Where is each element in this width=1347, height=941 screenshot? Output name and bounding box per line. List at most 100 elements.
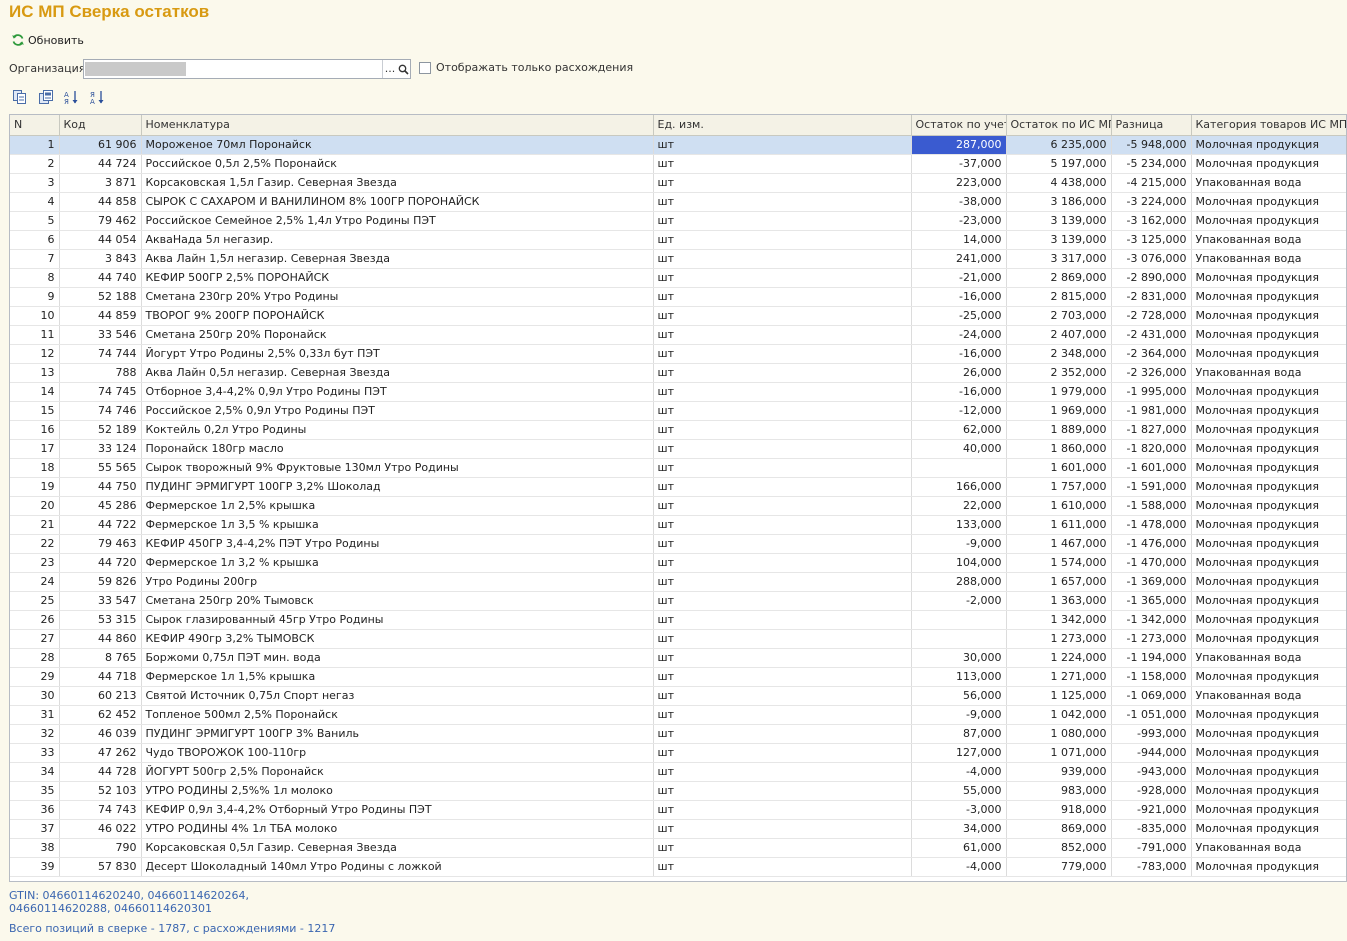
cell-category[interactable]: Молочная продукция bbox=[1191, 705, 1346, 725]
cell-difference[interactable]: -1 981,000 bbox=[1111, 401, 1192, 421]
cell-row-number[interactable]: 36 bbox=[10, 800, 60, 820]
cell-accounting-balance[interactable]: 133,000 bbox=[911, 515, 1007, 535]
cell-unit[interactable]: шт bbox=[653, 268, 912, 288]
cell-item-name[interactable]: УТРО РОДИНЫ 2,5%% 1л молоко bbox=[141, 781, 654, 801]
cell-accounting-balance[interactable]: 104,000 bbox=[911, 553, 1007, 573]
cell-accounting-balance[interactable]: 166,000 bbox=[911, 477, 1007, 497]
cell-category[interactable]: Молочная продукция bbox=[1191, 268, 1346, 288]
cell-accounting-balance[interactable]: -16,000 bbox=[911, 287, 1007, 307]
cell-category[interactable]: Молочная продукция bbox=[1191, 629, 1346, 649]
cell-category[interactable]: Молочная продукция bbox=[1191, 572, 1346, 592]
cell-difference[interactable]: -3 125,000 bbox=[1111, 230, 1192, 250]
cell-item-name[interactable]: Сырок творожный 9% Фруктовые 130мл Утро … bbox=[141, 458, 654, 478]
cell-ismp-balance[interactable]: 852,000 bbox=[1006, 838, 1112, 858]
cell-item-name[interactable]: Российское 0,5л 2,5% Поронайск bbox=[141, 154, 654, 174]
cell-accounting-balance[interactable]: -37,000 bbox=[911, 154, 1007, 174]
cell-accounting-balance[interactable]: 241,000 bbox=[911, 249, 1007, 269]
table-row[interactable]: 34 44 728 ЙОГУРТ 500гр 2,5% Поронайск шт -4,… bbox=[10, 762, 1346, 782]
table-row[interactable]: 32 46 039 ПУДИНГ ЭРМИГУРТ 100ГР 3% Ваниль ш… bbox=[10, 724, 1346, 744]
cell-item-code[interactable]: 44 750 bbox=[59, 477, 142, 497]
cell-item-code[interactable]: 788 bbox=[59, 363, 142, 383]
cell-item-code[interactable]: 74 743 bbox=[59, 800, 142, 820]
cell-ismp-balance[interactable]: 1 080,000 bbox=[1006, 724, 1112, 744]
cell-item-name[interactable]: КЕФИР 0,9л 3,4-4,2% Отборный Утро Родины… bbox=[141, 800, 654, 820]
cell-ismp-balance[interactable]: 6 235,000 bbox=[1006, 135, 1112, 155]
table-row[interactable]: 35 52 103 УТРО РОДИНЫ 2,5%% 1л молоко шт 55,… bbox=[10, 781, 1346, 801]
cell-row-number[interactable]: 23 bbox=[10, 553, 60, 573]
cell-accounting-balance[interactable]: 287,000 bbox=[911, 135, 1007, 155]
table-row[interactable]: 20 45 286 Фермерское 1л 2,5% крышка шт 22,00… bbox=[10, 496, 1346, 516]
cell-ismp-balance[interactable]: 1 574,000 bbox=[1006, 553, 1112, 573]
cell-category[interactable]: Молочная продукция bbox=[1191, 287, 1346, 307]
cell-unit[interactable]: шт bbox=[653, 458, 912, 478]
cell-item-code[interactable]: 44 858 bbox=[59, 192, 142, 212]
cell-difference[interactable]: -1 273,000 bbox=[1111, 629, 1192, 649]
cell-accounting-balance[interactable]: -38,000 bbox=[911, 192, 1007, 212]
cell-item-name[interactable]: КЕФИР 490гр 3,2% ТЫМОВСК bbox=[141, 629, 654, 649]
cell-row-number[interactable]: 2 bbox=[10, 154, 60, 174]
cell-item-code[interactable]: 33 547 bbox=[59, 591, 142, 611]
sort-ascending-icon[interactable]: A Я bbox=[63, 88, 81, 106]
cell-difference[interactable]: -928,000 bbox=[1111, 781, 1192, 801]
cell-item-code[interactable]: 33 546 bbox=[59, 325, 142, 345]
cell-row-number[interactable]: 30 bbox=[10, 686, 60, 706]
cell-accounting-balance[interactable]: 55,000 bbox=[911, 781, 1007, 801]
cell-category[interactable]: Молочная продукция bbox=[1191, 382, 1346, 402]
cell-row-number[interactable]: 22 bbox=[10, 534, 60, 554]
cell-accounting-balance[interactable]: 14,000 bbox=[911, 230, 1007, 250]
cell-ismp-balance[interactable]: 1 860,000 bbox=[1006, 439, 1112, 459]
cell-item-name[interactable]: Фермерское 1л 3,5 % крышка bbox=[141, 515, 654, 535]
cell-row-number[interactable]: 24 bbox=[10, 572, 60, 592]
cell-category[interactable]: Молочная продукция bbox=[1191, 306, 1346, 326]
cell-unit[interactable]: шт bbox=[653, 287, 912, 307]
cell-row-number[interactable]: 28 bbox=[10, 648, 60, 668]
cell-category[interactable]: Молочная продукция bbox=[1191, 781, 1346, 801]
cell-category[interactable]: Молочная продукция bbox=[1191, 192, 1346, 212]
cell-unit[interactable]: шт bbox=[653, 610, 912, 630]
cell-row-number[interactable]: 26 bbox=[10, 610, 60, 630]
table-row[interactable]: 37 46 022 УТРО РОДИНЫ 4% 1л ТБА молоко шт 34… bbox=[10, 819, 1346, 839]
table-row[interactable]: 15 74 746 Российское 2,5% 0,9л Утро Родины… bbox=[10, 401, 1346, 421]
table-row[interactable]: 27 44 860 КЕФИР 490гр 3,2% ТЫМОВСК шт 1 273,… bbox=[10, 629, 1346, 649]
table-row[interactable]: 31 62 452 Топленое 500мл 2,5% Поронайск шт -… bbox=[10, 705, 1346, 725]
cell-ismp-balance[interactable]: 2 348,000 bbox=[1006, 344, 1112, 364]
cell-accounting-balance[interactable] bbox=[911, 458, 1007, 478]
cell-item-code[interactable]: 44 720 bbox=[59, 553, 142, 573]
cell-item-name[interactable]: Корсаковская 0,5л Газир. Северная Звезда bbox=[141, 838, 654, 858]
cell-item-code[interactable]: 61 906 bbox=[59, 135, 142, 155]
cell-item-name[interactable]: ТВОРОГ 9% 200ГР ПОРОНАЙСК bbox=[141, 306, 654, 326]
cell-item-code[interactable]: 79 463 bbox=[59, 534, 142, 554]
cell-ismp-balance[interactable]: 1 889,000 bbox=[1006, 420, 1112, 440]
cell-ismp-balance[interactable]: 2 407,000 bbox=[1006, 325, 1112, 345]
cell-unit[interactable]: шт bbox=[653, 230, 912, 250]
cell-item-name[interactable]: Фермерское 1л 2,5% крышка bbox=[141, 496, 654, 516]
cell-unit[interactable]: шт bbox=[653, 363, 912, 383]
cell-item-name[interactable]: Сметана 250гр 20% Тымовск bbox=[141, 591, 654, 611]
table-row[interactable]: 16 52 189 Коктейль 0,2л Утро Родины шт 62,00… bbox=[10, 420, 1346, 440]
refresh-button[interactable]: Обновить bbox=[11, 31, 84, 49]
cell-item-name[interactable]: Йогурт Утро Родины 2,5% 0,33л бут ПЭТ bbox=[141, 344, 654, 364]
cell-item-code[interactable]: 3 871 bbox=[59, 173, 142, 193]
cell-ismp-balance[interactable]: 983,000 bbox=[1006, 781, 1112, 801]
cell-item-code[interactable]: 33 124 bbox=[59, 439, 142, 459]
cell-row-number[interactable]: 29 bbox=[10, 667, 60, 687]
cell-difference[interactable]: -1 069,000 bbox=[1111, 686, 1192, 706]
cell-item-name[interactable]: СЫРОК С САХАРОМ И ВАНИЛИНОМ 8% 100ГР ПОР… bbox=[141, 192, 654, 212]
cell-ismp-balance[interactable]: 3 186,000 bbox=[1006, 192, 1112, 212]
cell-category[interactable]: Молочная продукция bbox=[1191, 439, 1346, 459]
cell-row-number[interactable]: 35 bbox=[10, 781, 60, 801]
cell-item-name[interactable]: Российское 2,5% 0,9л Утро Родины ПЭТ bbox=[141, 401, 654, 421]
cell-unit[interactable]: шт bbox=[653, 496, 912, 516]
cell-item-name[interactable]: Фермерское 1л 1,5% крышка bbox=[141, 667, 654, 687]
table-row[interactable]: 10 44 859 ТВОРОГ 9% 200ГР ПОРОНАЙСК шт -25,0… bbox=[10, 306, 1346, 326]
cell-accounting-balance[interactable]: -3,000 bbox=[911, 800, 1007, 820]
cell-ismp-balance[interactable]: 1 657,000 bbox=[1006, 572, 1112, 592]
table-row[interactable]: 25 33 547 Сметана 250гр 20% Тымовск шт -2,00… bbox=[10, 591, 1346, 611]
cell-accounting-balance[interactable]: -9,000 bbox=[911, 534, 1007, 554]
cell-difference[interactable]: -1 827,000 bbox=[1111, 420, 1192, 440]
cell-ismp-balance[interactable]: 918,000 bbox=[1006, 800, 1112, 820]
cell-item-code[interactable]: 74 745 bbox=[59, 382, 142, 402]
cell-unit[interactable]: шт bbox=[653, 553, 912, 573]
cell-category[interactable]: Молочная продукция bbox=[1191, 800, 1346, 820]
cell-row-number[interactable]: 32 bbox=[10, 724, 60, 744]
